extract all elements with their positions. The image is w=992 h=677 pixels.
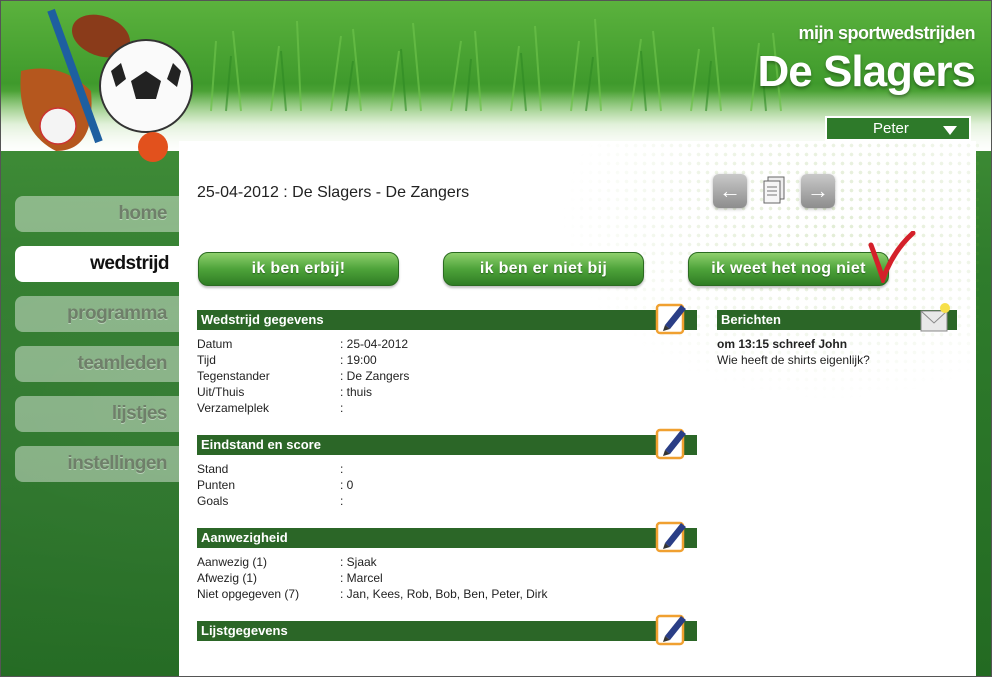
detail-label: Stand — [197, 462, 229, 476]
not-attending-button[interactable]: ik ben er niet bij — [443, 252, 644, 286]
section-header-attendance: Aanwezigheid — [197, 528, 697, 548]
detail-row: Stand: — [197, 461, 353, 477]
detail-row: Tegenstander : De Zangers — [197, 368, 409, 384]
detail-value: : 0 — [340, 478, 354, 492]
detail-label: Punten — [197, 478, 236, 492]
detail-label: Goals — [197, 494, 229, 508]
detail-label: Datum — [197, 337, 233, 351]
detail-row: Goals: — [197, 493, 353, 509]
arrow-right-icon[interactable]: → — [801, 174, 835, 208]
detail-value: : Jan, Kees, Rob, Bob, Ben, Peter, Dirk — [340, 587, 548, 601]
detail-value: : — [340, 494, 344, 508]
section-header-lists: Lijstgegevens — [197, 621, 697, 641]
detail-row: Uit/Thuis : thuis — [197, 384, 409, 400]
chevron-down-icon — [943, 126, 957, 135]
main-content: 25-04-2012 : De Slagers - De Zangers ← →… — [179, 141, 979, 676]
user-name: Peter — [873, 120, 909, 137]
user-dropdown[interactable]: Peter — [825, 116, 971, 141]
message-header: om 13:15 schreef John — [717, 337, 848, 351]
unknown-attendance-button[interactable]: ik weet het nog niet — [688, 252, 889, 286]
nav-item-wedstrijd[interactable]: wedstrijd — [15, 246, 181, 282]
detail-row: Datum : 25-04-2012 — [197, 336, 409, 352]
detail-label: Uit/Thuis — [197, 385, 245, 399]
section-header-score: Eindstand en score — [197, 435, 697, 455]
detail-value: : 25-04-2012 — [340, 337, 409, 351]
detail-value: : — [340, 462, 344, 476]
page-title: 25-04-2012 : De Slagers - De Zangers — [197, 184, 470, 201]
document-icon[interactable] — [757, 174, 791, 208]
nav-item-instellingen[interactable]: instellingen — [15, 446, 179, 482]
nav-item-programma[interactable]: programma — [15, 296, 179, 332]
detail-label: Tegenstander — [197, 369, 270, 383]
detail-label: Aanwezig (1) — [197, 555, 268, 569]
checkmark-icon — [868, 231, 916, 283]
score-details: Stand: Punten : 0 Goals: — [197, 461, 353, 509]
edit-icon[interactable] — [655, 610, 689, 646]
nav-item-teamleden[interactable]: teamleden — [15, 346, 179, 382]
section-header-match: Wedstrijd gegevens — [197, 310, 697, 330]
sidebar-nav: home wedstrijd programma teamleden lijst… — [15, 196, 181, 496]
attending-button[interactable]: ik ben erbij! — [198, 252, 399, 286]
detail-label: Verzamelplek — [197, 401, 270, 415]
detail-row: Tijd : 19:00 — [197, 352, 409, 368]
detail-value: : — [340, 401, 344, 415]
nav-item-lijstjes[interactable]: lijstjes — [15, 396, 179, 432]
detail-value: : Sjaak — [340, 555, 377, 569]
detail-value: : thuis — [340, 385, 373, 399]
detail-label: Niet opgegeven (7) — [197, 587, 300, 601]
detail-row: Niet opgegeven (7) : Jan, Kees, Rob, Bob,… — [197, 586, 547, 602]
detail-row: Afwezig (1) : Marcel — [197, 570, 547, 586]
detail-row: Verzamelplek: — [197, 400, 409, 416]
header: mijn sportwedstrijden De Slagers Peter — [1, 1, 991, 162]
edit-icon[interactable] — [655, 424, 689, 460]
brand-tagline: mijn sportwedstrijden — [798, 23, 975, 43]
team-name: De Slagers — [757, 47, 976, 96]
arrow-left-icon[interactable]: ← — [713, 174, 747, 208]
edit-icon[interactable] — [655, 299, 689, 335]
envelope-icon[interactable] — [919, 301, 951, 333]
attendance-details: Aanwezig (1): Sjaak Afwezig (1): Marcel … — [197, 554, 547, 602]
detail-value: : 19:00 — [340, 353, 377, 367]
detail-value: : De Zangers — [340, 369, 410, 383]
detail-row: Aanwezig (1) : Sjaak — [197, 554, 547, 570]
nav-item-home[interactable]: home — [15, 196, 179, 232]
app-window: mijn sportwedstrijden De Slagers Peter h… — [0, 0, 992, 677]
detail-label: Afwezig (1) — [197, 571, 258, 585]
message-text: Wie heeft de shirts eigenlijk? — [717, 353, 870, 367]
detail-row: Punten : 0 — [197, 477, 353, 493]
detail-value: : Marcel — [340, 571, 383, 585]
detail-label: Tijd — [197, 353, 216, 367]
edit-icon[interactable] — [655, 517, 689, 553]
sports-balls-logo — [20, 8, 193, 162]
match-navigation: ← → — [713, 174, 835, 208]
match-details: Datum : 25-04-2012 Tijd : 19:00 Tegenstand… — [197, 336, 409, 416]
